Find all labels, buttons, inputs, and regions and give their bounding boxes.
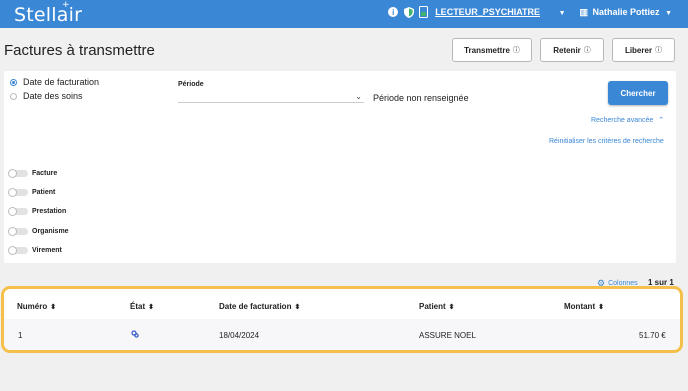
radio-label: Date des soins: [23, 91, 83, 101]
radio-label: Date de facturation: [23, 77, 100, 87]
toggle-switch[interactable]: [8, 227, 28, 236]
app-logo[interactable]: Stellair +: [14, 0, 83, 26]
card-reader-icon[interactable]: [419, 6, 429, 18]
chevron-up-icon: ⌃: [658, 117, 665, 124]
reader-selector[interactable]: LECTEUR_PSYCHIATRE ▼: [435, 7, 565, 17]
reset-criteria-link[interactable]: Réinitialiser les critères de recherche: [549, 138, 664, 145]
building-icon: ▥: [579, 6, 589, 17]
liberer-label: Liberer: [624, 45, 653, 55]
highlight-box: [1, 286, 683, 353]
app-logo-text: Stellair: [14, 4, 83, 26]
toggle-organisme[interactable]: Organisme: [8, 227, 69, 236]
logo-star-icon: +: [62, 0, 70, 10]
toggle-label: Prestation: [32, 208, 67, 215]
info-circle-icon: ⓘ: [512, 47, 520, 54]
periode-select[interactable]: ⌄: [178, 91, 364, 103]
transmettre-button[interactable]: Transmettre ⓘ: [452, 38, 532, 62]
radio-dot: [10, 92, 17, 100]
toggle-facture[interactable]: Facture: [8, 169, 58, 178]
shield-icon[interactable]: [404, 6, 415, 18]
info-icon[interactable]: i: [388, 7, 399, 17]
user-name: Nathalie Pottiez: [592, 6, 660, 17]
periode-status: Période non renseignée: [373, 93, 469, 103]
radio-date-facturation[interactable]: Date de facturation: [10, 77, 99, 87]
toggle-label: Facture: [32, 170, 58, 177]
toggle-switch[interactable]: [8, 246, 28, 255]
transmettre-label: Transmettre: [464, 45, 510, 55]
retenir-label: Retenir: [553, 45, 581, 55]
toggle-prestation[interactable]: Prestation: [8, 207, 67, 216]
filter-panel: Date de facturation Date des soins Pério…: [4, 71, 676, 263]
periode-label: Période: [178, 81, 204, 88]
liberer-button[interactable]: Liberer ⓘ: [612, 38, 675, 62]
page-title: Factures à transmettre: [4, 42, 155, 59]
info-circle-icon: ⓘ: [583, 47, 591, 54]
toggle-switch[interactable]: [8, 169, 28, 178]
user-menu[interactable]: ▥ Nathalie Pottiez ▼: [580, 7, 673, 18]
radio-dot: [10, 78, 17, 86]
toggle-label: Organisme: [32, 228, 69, 235]
retenir-button[interactable]: Retenir ⓘ: [540, 38, 604, 62]
toggle-virement[interactable]: Virement: [8, 246, 62, 255]
chevron-down-icon: ▼: [665, 9, 672, 17]
top-bar: Stellair + i LECTEUR_PSYCHIATRE ▼ ▥ Nath…: [0, 0, 688, 28]
toggle-switch[interactable]: [8, 207, 28, 216]
toggle-label: Virement: [32, 247, 62, 254]
chevron-down-icon: ▼: [558, 10, 566, 17]
advanced-search-link[interactable]: Recherche avancée ⌃: [591, 116, 664, 124]
radio-date-soins[interactable]: Date des soins: [10, 91, 83, 101]
info-circle-icon: ⓘ: [655, 47, 663, 54]
search-button[interactable]: Chercher: [608, 81, 668, 105]
chevron-down-icon: ⌄: [355, 92, 362, 101]
advanced-search-label: Recherche avancée: [591, 117, 654, 124]
header-right: i LECTEUR_PSYCHIATRE ▼ ▥ Nathalie Pottie…: [388, 6, 672, 18]
toggle-patient[interactable]: Patient: [8, 188, 56, 197]
toggle-switch[interactable]: [8, 188, 28, 197]
toggle-label: Patient: [32, 189, 56, 196]
reader-name: LECTEUR_PSYCHIATRE: [435, 7, 541, 17]
